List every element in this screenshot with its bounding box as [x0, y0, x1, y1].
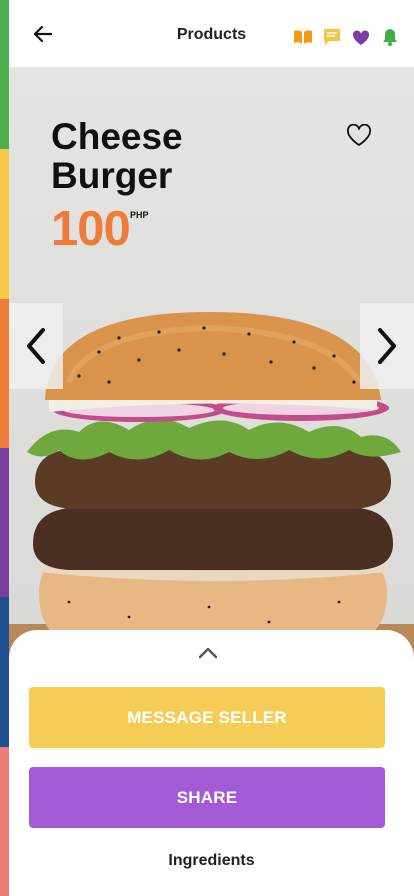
ingredients-link[interactable]: Ingredients [9, 852, 414, 870]
burger-image [9, 312, 414, 667]
strip-orange [0, 298, 9, 448]
heart-icon[interactable] [351, 27, 371, 47]
chat-icon[interactable] [322, 27, 342, 47]
strip-pink [0, 746, 9, 896]
strip-blue [0, 597, 9, 747]
color-strip [0, 0, 9, 896]
app-header: Products [9, 0, 414, 67]
chevron-left-icon [27, 328, 45, 364]
next-image-button[interactable] [360, 303, 414, 389]
bell-icon[interactable] [380, 27, 400, 47]
strip-green [0, 0, 9, 150]
strip-purple [0, 447, 9, 598]
book-icon[interactable] [293, 27, 313, 47]
product-price: 100 [51, 202, 131, 256]
bottom-sheet: MESSAGE SELLER SHARE Ingredients [9, 630, 414, 896]
message-seller-button[interactable]: MESSAGE SELLER [29, 687, 385, 748]
strip-yellow [0, 149, 9, 299]
price-currency: PHP [130, 210, 149, 220]
product-hero: Cheese Burger 100 PHP [9, 67, 414, 667]
chevron-up-icon[interactable] [197, 646, 219, 660]
favorite-heart-icon[interactable] [346, 123, 372, 148]
header-icons [293, 27, 400, 47]
chevron-right-icon [378, 328, 396, 364]
product-name: Cheese Burger [51, 117, 183, 195]
product-name-line1: Cheese [51, 116, 183, 157]
share-button[interactable]: SHARE [29, 767, 385, 828]
product-name-line2: Burger [51, 155, 173, 196]
prev-image-button[interactable] [9, 303, 63, 389]
